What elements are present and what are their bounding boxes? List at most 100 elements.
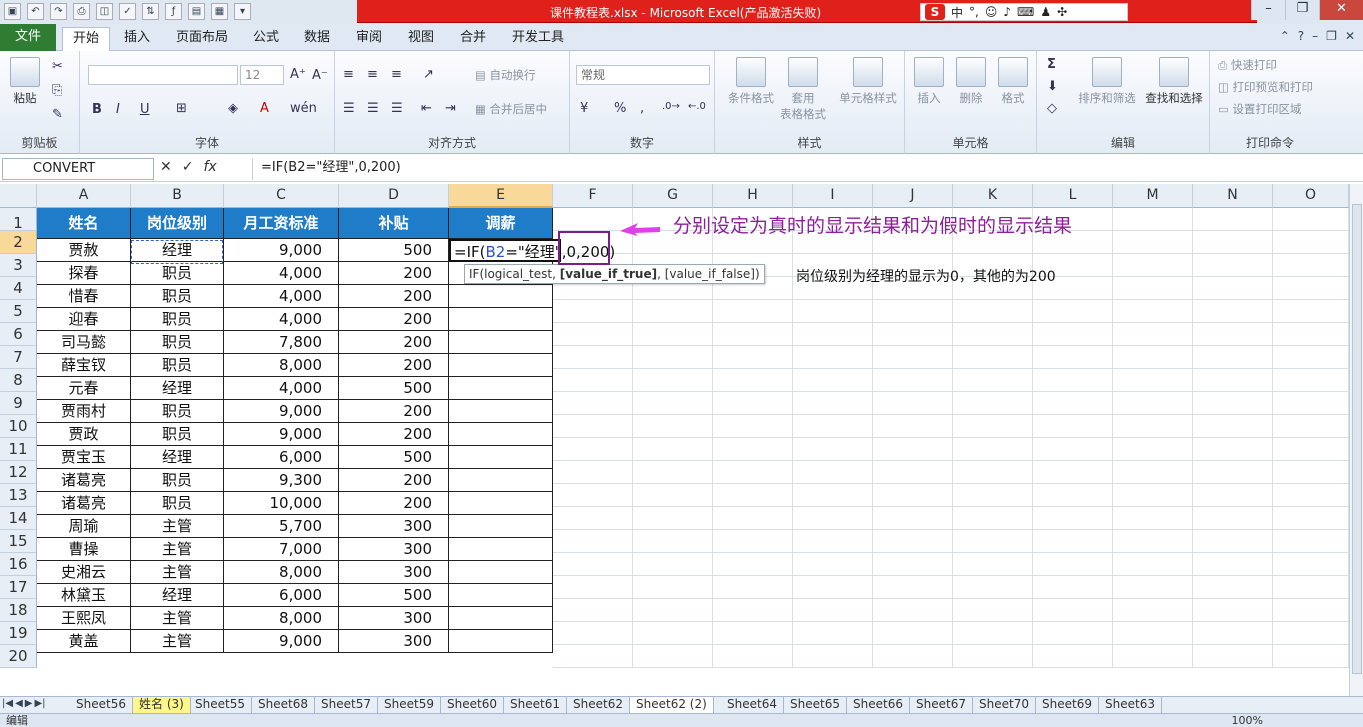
table-cell[interactable]: 职员	[131, 423, 224, 446]
column-header-k[interactable]: K	[953, 184, 1033, 208]
sheet-tab[interactable]: Sheet65	[784, 697, 847, 713]
fill-icon[interactable]: ⬇	[1047, 79, 1058, 94]
table-header-cell[interactable]: 月工资标准	[224, 208, 339, 239]
table-cell[interactable]: 200	[339, 469, 449, 492]
sheet-tab[interactable]: Sheet70	[973, 697, 1036, 713]
table-cell[interactable]: 主管	[131, 561, 224, 584]
table-cell[interactable]: 职员	[131, 262, 224, 285]
table-cell[interactable]: 薛宝钗	[37, 354, 131, 377]
column-header-m[interactable]: M	[1113, 184, 1193, 208]
row-header-10[interactable]: 10	[0, 415, 37, 438]
table-cell[interactable]: 探春	[37, 262, 131, 285]
align-right-icon[interactable]: ☰	[391, 101, 403, 116]
phonetic-icon[interactable]: wén	[290, 101, 317, 116]
tab-insert[interactable]: 插入	[114, 27, 160, 51]
tab-view[interactable]: 视图	[398, 27, 444, 51]
tab-page-layout[interactable]: 页面布局	[166, 27, 238, 51]
conditional-format-button[interactable]: 条件格式	[721, 57, 781, 106]
sheet-tab[interactable]: Sheet60	[441, 697, 504, 713]
row-header-14[interactable]: 14	[0, 507, 37, 530]
insert-cells-button[interactable]: 插入	[909, 57, 949, 106]
table-cell[interactable]: 200	[339, 400, 449, 423]
row-header-19[interactable]: 19	[0, 622, 37, 645]
table-cell-adjust[interactable]	[449, 584, 553, 607]
chart-icon[interactable]: ▦	[211, 3, 228, 20]
skin-icon[interactable]: ♟	[1040, 5, 1051, 19]
indent-decrease-icon[interactable]: ⇤	[421, 101, 432, 116]
table-cell-adjust[interactable]	[449, 561, 553, 584]
cell-styles-button[interactable]: 单元格样式	[835, 57, 901, 106]
ime-mode[interactable]: 中	[951, 4, 963, 21]
tab-home[interactable]: 开始	[62, 27, 111, 51]
spell-icon[interactable]: ✓	[119, 3, 136, 20]
table-cell[interactable]: 500	[339, 584, 449, 607]
table-cell[interactable]: 300	[339, 515, 449, 538]
tools-icon[interactable]: ✣	[1057, 5, 1067, 19]
cancel-icon[interactable]: ✕	[160, 159, 172, 175]
table-header-cell[interactable]: 岗位级别	[131, 208, 224, 239]
format-as-table-button[interactable]: 套用 表格格式	[775, 57, 831, 122]
table-cell[interactable]: 200	[339, 308, 449, 331]
sort-icon[interactable]: ⇅	[142, 3, 159, 20]
active-cell-editor[interactable]: =IF(B2="经理",0,200)	[449, 239, 615, 262]
table-header-cell[interactable]: 姓名	[37, 208, 131, 239]
table-cell[interactable]: 7,800	[224, 331, 339, 354]
table-cell-adjust[interactable]	[449, 354, 553, 377]
underline-button[interactable]: U	[140, 102, 150, 117]
row-header-12[interactable]: 12	[0, 461, 37, 484]
table-cell[interactable]: 职员	[131, 308, 224, 331]
collapse-ribbon-icon[interactable]: ⌃	[1280, 29, 1290, 43]
prev-sheet-icon[interactable]: ◀	[15, 698, 23, 709]
table-cell-adjust[interactable]	[449, 285, 553, 308]
table-cell[interactable]: 9,000	[224, 423, 339, 446]
table-cell[interactable]: 经理	[131, 446, 224, 469]
align-top-icon[interactable]: ≡	[343, 67, 354, 82]
table-cell[interactable]: 诸葛亮	[37, 492, 131, 515]
function-tooltip[interactable]: IF(logical_test, [value_if_true], [value…	[464, 264, 765, 284]
tab-file[interactable]: 文件	[0, 24, 56, 51]
italic-button[interactable]: I	[116, 102, 120, 117]
table-cell-adjust[interactable]	[449, 469, 553, 492]
table-cell-adjust[interactable]	[449, 400, 553, 423]
row-header-5[interactable]: 5	[0, 300, 37, 323]
sheet-tab[interactable]: 姓名 (3)	[133, 697, 191, 713]
column-header-j[interactable]: J	[873, 184, 953, 208]
tab-review[interactable]: 审阅	[346, 27, 392, 51]
table-cell[interactable]: 4,000	[224, 262, 339, 285]
table-cell[interactable]: 8,000	[224, 607, 339, 630]
table-cell[interactable]: 司马懿	[37, 331, 131, 354]
column-header-e[interactable]: E	[449, 184, 553, 208]
sheet-tab[interactable]: Sheet57	[315, 697, 378, 713]
table-cell[interactable]: 4,000	[224, 285, 339, 308]
print-icon[interactable]: ⎙	[73, 3, 90, 20]
ime-toolbar[interactable]: S 中 °, ☺ ♪ ⌨ ♟ ✣	[920, 3, 1128, 21]
sheet-tab[interactable]: Sheet55	[189, 697, 252, 713]
table-cell[interactable]: 诸葛亮	[37, 469, 131, 492]
table-cell[interactable]: 9,000	[224, 630, 339, 653]
minimize-icon[interactable]: –	[1251, 0, 1285, 20]
zoom-level[interactable]: 100%	[1232, 714, 1263, 727]
merge-center-button[interactable]: ▦ 合并后居中	[475, 101, 547, 117]
table-cell[interactable]: 职员	[131, 285, 224, 308]
table-cell[interactable]: 职员	[131, 400, 224, 423]
format-cells-button[interactable]: 格式	[993, 57, 1033, 106]
percent-button[interactable]: %	[614, 101, 626, 116]
shrink-font-icon[interactable]: A⁻	[312, 68, 328, 83]
form-icon[interactable]: ▤	[188, 3, 205, 20]
table-cell[interactable]: 6,000	[224, 584, 339, 607]
insert-function-icon[interactable]: fx	[203, 159, 216, 175]
help-icon[interactable]: ?	[1298, 29, 1304, 43]
font-size-select[interactable]: 12	[240, 65, 284, 85]
table-cell-adjust[interactable]	[449, 423, 553, 446]
row-header-1[interactable]: 1	[0, 208, 37, 232]
table-cell[interactable]: 职员	[131, 331, 224, 354]
table-cell[interactable]: 200	[339, 285, 449, 308]
table-cell[interactable]: 9,000	[224, 239, 339, 262]
next-sheet-icon[interactable]: ▶	[25, 698, 33, 709]
table-cell[interactable]: 主管	[131, 538, 224, 561]
table-cell[interactable]: 8,000	[224, 561, 339, 584]
table-cell[interactable]: 经理	[131, 584, 224, 607]
align-bottom-icon[interactable]: ≡	[391, 67, 402, 82]
column-header-b[interactable]: B	[131, 184, 224, 208]
increase-decimal-icon[interactable]: .0→	[662, 101, 680, 112]
